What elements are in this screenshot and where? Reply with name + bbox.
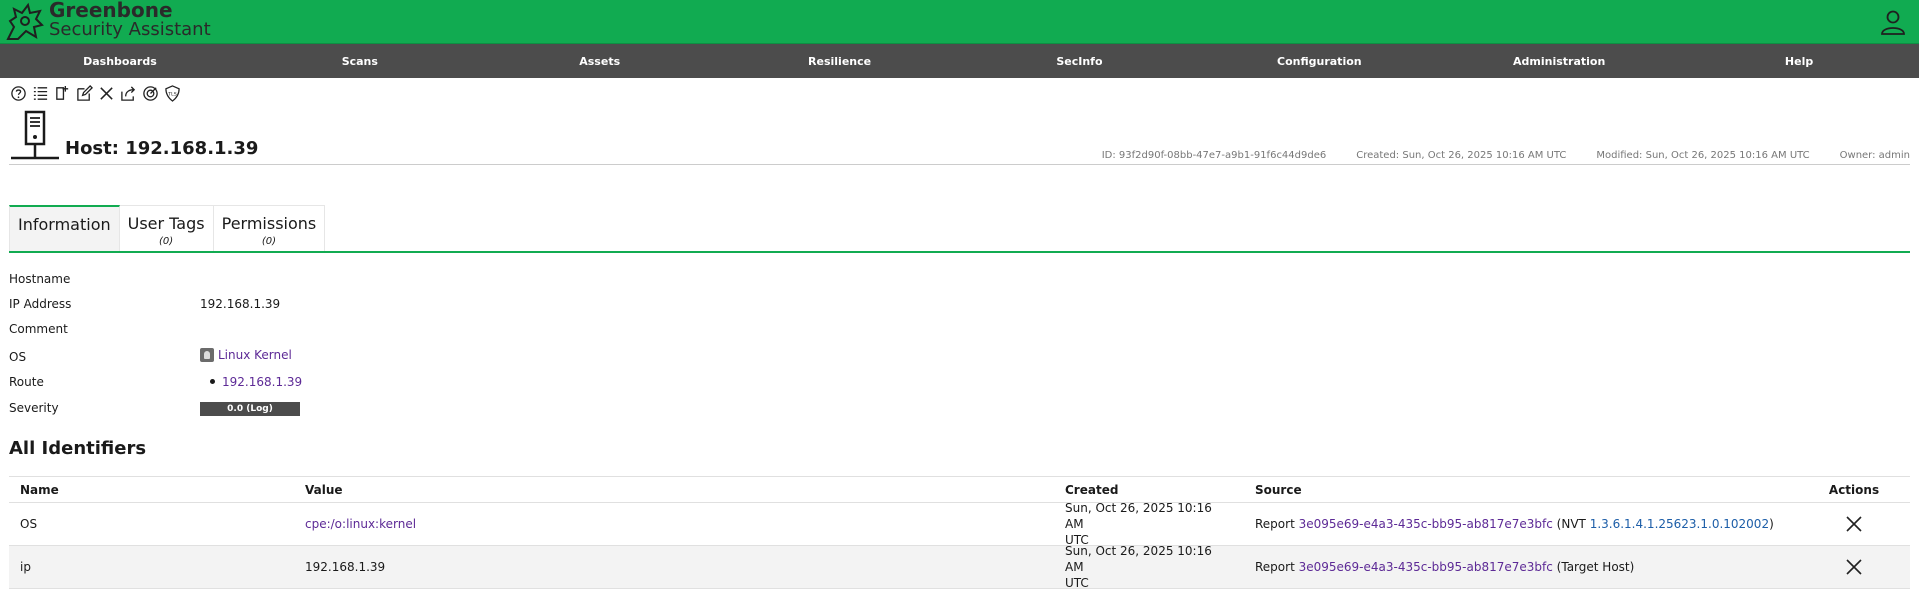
- ip-address-label: IP Address: [9, 297, 72, 311]
- comment-label: Comment: [9, 322, 68, 336]
- route-link[interactable]: 192.168.1.39: [222, 375, 302, 389]
- nav-assets[interactable]: Assets: [480, 44, 720, 78]
- os-value-wrap: Linux Kernel: [200, 348, 292, 362]
- entity-meta: ID: 93f2d90f-08bb-47e7-a9b1-91f6c44d9de6…: [1102, 150, 1910, 161]
- main-nav: Dashboards Scans Assets Resilience SecIn…: [0, 44, 1919, 78]
- tls-certificate-icon[interactable]: TLS: [163, 84, 181, 102]
- tab-permissions-label: Permissions: [221, 214, 317, 233]
- export-icon[interactable]: [119, 84, 137, 102]
- tab-bar: Information User Tags (0) Permissions (0…: [9, 205, 326, 252]
- entity-created: Created: Sun, Oct 26, 2025 10:16 AM UTC: [1356, 150, 1567, 161]
- source-report-link[interactable]: 3e095e69-e4a3-435c-bb95-ab817e7e3bfc: [1299, 517, 1553, 531]
- route-value-wrap: 192.168.1.39: [200, 375, 302, 389]
- source-mid: (NVT: [1552, 517, 1590, 531]
- new-icon[interactable]: [53, 84, 71, 102]
- identifier-source: Report 3e095e69-e4a3-435c-bb95-ab817e7e3…: [1255, 503, 1774, 545]
- row-actions: [1824, 503, 1884, 545]
- identifier-name: OS: [20, 517, 38, 531]
- top-bar: Greenbone Security Assistant: [0, 0, 1919, 44]
- source-nvt-link[interactable]: 1.3.6.1.4.1.25623.1.0.102002: [1590, 517, 1769, 531]
- route-row: Route 192.168.1.39: [9, 373, 609, 393]
- row-actions: [1824, 546, 1884, 588]
- app-logo-text: Greenbone Security Assistant: [49, 0, 211, 40]
- os-link[interactable]: Linux Kernel: [218, 348, 292, 362]
- user-menu-icon[interactable]: [1879, 8, 1907, 36]
- ip-address-value: 192.168.1.39: [200, 297, 281, 311]
- tab-permissions-count: (0): [261, 236, 277, 247]
- nav-administration[interactable]: Administration: [1439, 44, 1679, 78]
- table-header: Name Value Created Source Actions: [9, 476, 1910, 503]
- help-icon[interactable]: [9, 84, 27, 102]
- identifier-name: ip: [20, 560, 31, 574]
- host-icon: [11, 110, 59, 160]
- tab-user-tags[interactable]: User Tags (0): [119, 205, 214, 252]
- header-divider: [9, 164, 1910, 165]
- identifier-created-line1: Sun, Oct 26, 2025 10:16 AM: [1065, 544, 1212, 574]
- identifier-created: Sun, Oct 26, 2025 10:16 AM UTC: [1065, 501, 1215, 547]
- nav-secinfo[interactable]: SecInfo: [960, 44, 1200, 78]
- col-created[interactable]: Created: [1065, 477, 1215, 502]
- severity-bar: 0.0 (Log): [200, 402, 300, 416]
- nav-dashboards[interactable]: Dashboards: [0, 44, 240, 78]
- tab-user-tags-count: (0): [159, 236, 174, 247]
- list-icon[interactable]: [31, 84, 49, 102]
- os-row: OS Linux Kernel: [9, 346, 609, 366]
- source-report-link[interactable]: 3e095e69-e4a3-435c-bb95-ab817e7e3bfc: [1299, 560, 1553, 574]
- route-label: Route: [9, 375, 44, 389]
- logo-line1: Greenbone: [49, 0, 173, 22]
- table-row: ip 192.168.1.39 Sun, Oct 26, 2025 10:16 …: [9, 544, 1910, 590]
- table-row: OS cpe:/o:linux:kernel Sun, Oct 26, 2025…: [9, 501, 1910, 547]
- col-source[interactable]: Source: [1255, 477, 1302, 502]
- delete-identifier-icon[interactable]: [1845, 558, 1863, 576]
- svg-text:TLS: TLS: [167, 91, 177, 97]
- edit-icon[interactable]: [75, 84, 93, 102]
- tab-user-tags-label: User Tags: [127, 214, 205, 233]
- entity-modified: Modified: Sun, Oct 26, 2025 10:16 AM UTC: [1596, 150, 1810, 161]
- nav-help[interactable]: Help: [1679, 44, 1919, 78]
- col-name[interactable]: Name: [20, 477, 59, 502]
- severity-label: Severity: [9, 401, 59, 415]
- source-prefix: Report: [1255, 517, 1299, 531]
- tab-information-label: Information: [18, 215, 111, 234]
- hostname-row: Hostname: [9, 270, 609, 290]
- route-bullet: [210, 379, 215, 384]
- delete-icon[interactable]: [97, 84, 115, 102]
- logo-line2: Security Assistant: [49, 19, 211, 40]
- severity-value-wrap: 0.0 (Log): [200, 400, 300, 416]
- identifier-value: 192.168.1.39: [305, 560, 386, 574]
- identifiers-table: Name Value Created Source Actions OS cpe…: [9, 476, 1910, 590]
- identifier-source: Report 3e095e69-e4a3-435c-bb95-ab817e7e3…: [1255, 546, 1634, 588]
- identifier-created: Sun, Oct 26, 2025 10:16 AM UTC: [1065, 544, 1215, 590]
- col-value[interactable]: Value: [305, 477, 343, 502]
- identifiers-title: All Identifiers: [9, 438, 147, 459]
- nav-scans[interactable]: Scans: [240, 44, 480, 78]
- nav-resilience[interactable]: Resilience: [720, 44, 960, 78]
- col-actions: Actions: [1828, 482, 1880, 497]
- delete-identifier-icon[interactable]: [1845, 515, 1863, 533]
- identifier-created-line2: UTC: [1065, 576, 1089, 590]
- hostname-label: Hostname: [9, 272, 71, 286]
- source-prefix: Report: [1255, 560, 1299, 574]
- nav-configuration[interactable]: Configuration: [1199, 44, 1439, 78]
- severity-row: Severity 0.0 (Log): [9, 399, 609, 419]
- entity-owner: Owner: admin: [1839, 150, 1910, 161]
- source-mid: (Target Host): [1552, 560, 1635, 574]
- tabs-divider: [9, 251, 1910, 253]
- tab-information[interactable]: Information: [9, 205, 120, 252]
- tab-permissions[interactable]: Permissions (0): [213, 205, 326, 252]
- greenbone-logo-icon[interactable]: [4, 1, 46, 43]
- identifier-value-link[interactable]: cpe:/o:linux:kernel: [305, 503, 416, 545]
- toolbar: TLS: [9, 84, 181, 102]
- os-label: OS: [9, 350, 27, 364]
- comment-row: Comment: [9, 320, 609, 340]
- page-title: Host: 192.168.1.39: [65, 138, 259, 159]
- entity-id: ID: 93f2d90f-08bb-47e7-a9b1-91f6c44d9de6: [1101, 150, 1327, 161]
- identifier-created-line1: Sun, Oct 26, 2025 10:16 AM: [1065, 501, 1212, 531]
- results-icon[interactable]: [141, 84, 159, 102]
- ip-address-row: IP Address 192.168.1.39: [9, 295, 609, 315]
- linux-os-icon: [200, 348, 214, 362]
- source-suffix: ): [1769, 517, 1774, 531]
